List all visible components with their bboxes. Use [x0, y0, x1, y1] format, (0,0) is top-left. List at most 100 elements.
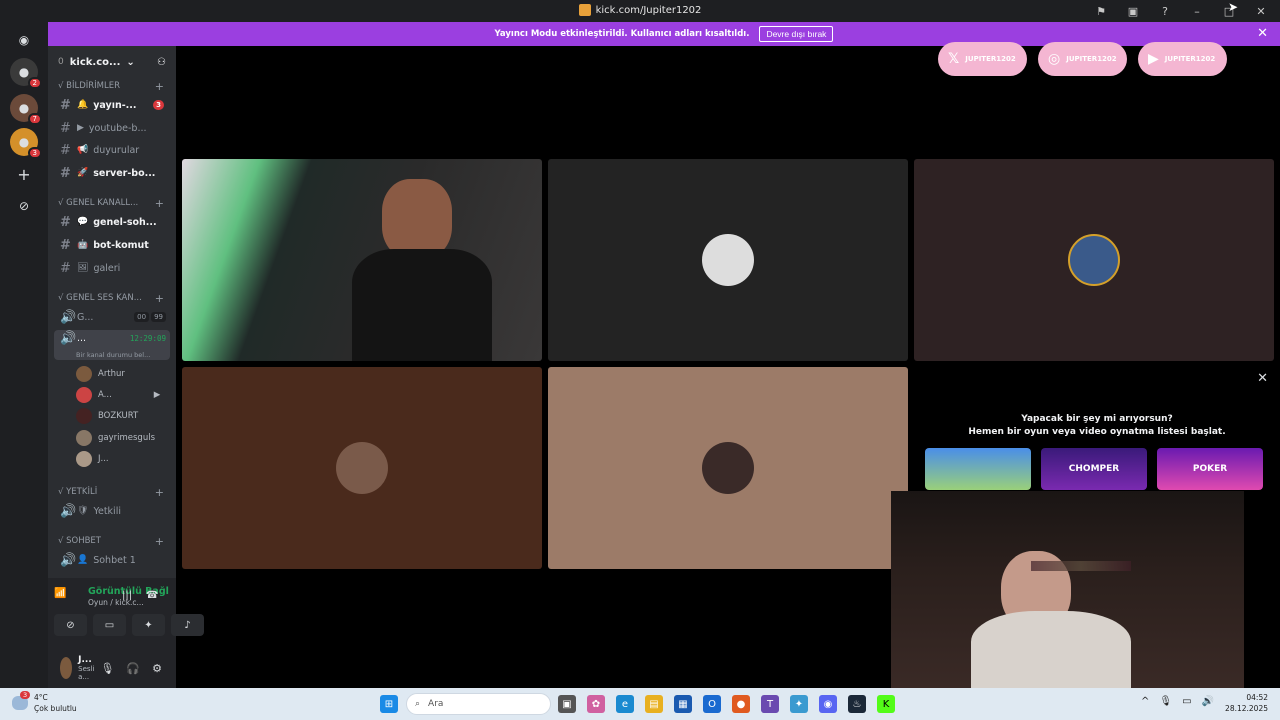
video-tile-stream[interactable]	[182, 159, 542, 361]
activity-card[interactable]	[925, 448, 1031, 490]
clock-time: 04:52	[1246, 693, 1268, 702]
minimize-icon[interactable]: –	[1190, 5, 1204, 18]
clock[interactable]: 04:52 28.12.2025	[1225, 692, 1268, 714]
voice-user[interactable]: Arthur	[76, 366, 125, 382]
voice-user-name: J...	[98, 454, 109, 464]
microphone-icon[interactable]: 🎙	[1159, 696, 1172, 707]
server-icon[interactable]: ● 3	[10, 128, 42, 159]
channel-duyurular[interactable]: # 📢 duyurular	[54, 140, 170, 160]
voice-channel-active[interactable]: 🔊... 12:29:09 Bir kanal durumu bel...	[54, 330, 170, 360]
network-icon[interactable]: ▭	[1182, 696, 1191, 707]
taskbar: 3 4°C Çok bulutlu ⊞ ⌕ Ara ▣ ✿ e ▤ ▦ O ● T …	[0, 688, 1280, 720]
webcam-body-image	[971, 611, 1131, 688]
chevron-up-icon[interactable]: ^	[1141, 696, 1149, 707]
edge-icon[interactable]: e	[616, 695, 634, 713]
server-icon[interactable]: ● 7	[10, 94, 42, 125]
voice-channel-yetkili[interactable]: 🔊 🛡 Yetkili	[54, 501, 170, 521]
category-label: √ SOHBET	[58, 536, 101, 546]
add-user-icon[interactable]: ⚇	[157, 57, 166, 68]
voice-channel-sohbet1[interactable]: 🔊 👤 Sohbet 1	[54, 550, 170, 570]
category-yetkili[interactable]: √ YETKİLİ +	[58, 486, 170, 499]
channel-galeri[interactable]: # 🖼 galeri	[54, 258, 170, 278]
x-link-button[interactable]: 𝕏 JUPITER1202	[938, 42, 1027, 76]
volume-icon[interactable]: 🔊	[1202, 696, 1214, 707]
taskbar-search[interactable]: ⌕ Ara	[406, 693, 551, 715]
gear-icon[interactable]: ⚙	[152, 662, 162, 675]
add-channel-icon[interactable]: +	[155, 486, 164, 499]
channel-label: yayın-...	[93, 99, 137, 111]
task-view-icon[interactable]: ▣	[558, 695, 576, 713]
channel-label: youtube-b...	[88, 122, 147, 134]
settings-app-icon[interactable]: ✦	[790, 695, 808, 713]
video-tile-user[interactable]	[548, 367, 908, 569]
channel-server-bo[interactable]: # 🚀 server-bo...	[54, 163, 170, 183]
instagram-link-button[interactable]: ◎ JUPITER1202	[1038, 42, 1127, 76]
channel-status[interactable]: Bir kanal durumu bel...	[60, 351, 170, 359]
video-tile-user[interactable]	[914, 159, 1274, 361]
close-icon[interactable]: ✕	[1257, 26, 1268, 41]
add-channel-icon[interactable]: +	[155, 292, 164, 305]
voice-channel-g[interactable]: 🔊 G... 00 99	[54, 307, 170, 327]
activities-button[interactable]: ✦	[132, 614, 165, 636]
discord-app-icon[interactable]: ◉	[819, 695, 837, 713]
category-label: √ GENEL KANALL...	[58, 198, 139, 208]
microphone-icon[interactable]: 🎙	[100, 662, 114, 675]
outlook-icon[interactable]: O	[703, 695, 721, 713]
video-tile-user[interactable]	[182, 367, 542, 569]
camera-off-button[interactable]: ⊘	[54, 614, 87, 636]
discover-icon[interactable]: ⊘	[10, 192, 38, 220]
add-server-icon[interactable]: +	[10, 160, 38, 188]
avatar[interactable]	[60, 657, 73, 679]
noise-suppression-icon[interactable]: |||	[122, 590, 132, 601]
disconnect-icon[interactable]: ☎	[146, 590, 158, 601]
weather-badge: 3	[20, 691, 31, 699]
voice-sub[interactable]: Oyun / kick.c...	[88, 598, 144, 607]
video-tile-user[interactable]	[548, 159, 908, 361]
windows-start-icon[interactable]: ⊞	[380, 695, 398, 713]
voice-user[interactable]: A... ▶	[76, 387, 160, 403]
voice-user[interactable]: BOZKURT	[76, 408, 138, 424]
channel-label: Yetkili	[93, 505, 121, 517]
file-explorer-icon[interactable]: ▤	[645, 695, 663, 713]
channel-genel-soh[interactable]: # 💬 genel-soh...	[54, 212, 170, 232]
kick-app-icon[interactable]: K	[877, 695, 895, 713]
voice-user[interactable]: J...	[76, 451, 109, 467]
firefox-icon[interactable]: ●	[732, 695, 750, 713]
hash-icon: #	[60, 165, 71, 181]
channel-yayin[interactable]: # 🔔 yayın-... 3	[54, 95, 170, 115]
category-bildirimler[interactable]: √ BİLDİRİMLER +	[58, 80, 170, 93]
channel-bot-komut[interactable]: # 🤖 bot-komut	[54, 235, 170, 255]
channel-youtube[interactable]: # ▶ youtube-b...	[54, 118, 170, 138]
activity-card[interactable]: POKER	[1157, 448, 1263, 490]
server-header[interactable]: 0 kick.co... ⌄ ⚇	[48, 46, 176, 78]
add-channel-icon[interactable]: +	[155, 535, 164, 548]
teams-icon[interactable]: T	[761, 695, 779, 713]
youtube-link-button[interactable]: ▶ JUPITER1202	[1138, 42, 1227, 76]
weather-widget[interactable]: 4°C Çok bulutlu	[34, 692, 77, 714]
hash-icon: #	[60, 120, 71, 136]
screen-icon[interactable]: ▣	[1126, 5, 1140, 18]
add-channel-icon[interactable]: +	[155, 197, 164, 210]
voice-user-name: BOZKURT	[98, 411, 139, 421]
activity-card[interactable]: CHOMPER	[1041, 448, 1147, 490]
disable-streamer-mode-button[interactable]: Devre dışı bırak	[759, 26, 834, 42]
server-icon[interactable]: ● 2	[10, 58, 42, 89]
category-sohbet[interactable]: √ SOHBET +	[58, 535, 170, 548]
headphones-icon[interactable]: 🎧	[126, 662, 140, 675]
copilot-icon[interactable]: ✿	[587, 695, 605, 713]
close-icon[interactable]: ✕	[1257, 371, 1268, 386]
soundboard-button[interactable]: ♪	[171, 614, 204, 636]
add-channel-icon[interactable]: +	[155, 80, 164, 93]
screen-share-button[interactable]: ▭	[93, 614, 126, 636]
voice-user[interactable]: gayrimesguls	[76, 430, 155, 446]
voice-panel: 📶 Görüntülü Bağl Oyun / kick.c... ||| ☎ …	[48, 578, 204, 688]
webcam-overlay	[891, 491, 1244, 688]
close-window-icon[interactable]: ✕	[1254, 5, 1268, 18]
store-icon[interactable]: ▦	[674, 695, 692, 713]
discord-home-icon[interactable]: ◉	[10, 26, 38, 54]
help-icon[interactable]: ?	[1158, 5, 1172, 18]
category-genel-kanallar[interactable]: √ GENEL KANALL... +	[58, 197, 170, 210]
steam-icon[interactable]: ♨	[848, 695, 866, 713]
category-genel-ses[interactable]: √ GENEL SES KAN... +	[58, 292, 170, 305]
inbox-icon[interactable]: ⚑	[1094, 5, 1108, 18]
